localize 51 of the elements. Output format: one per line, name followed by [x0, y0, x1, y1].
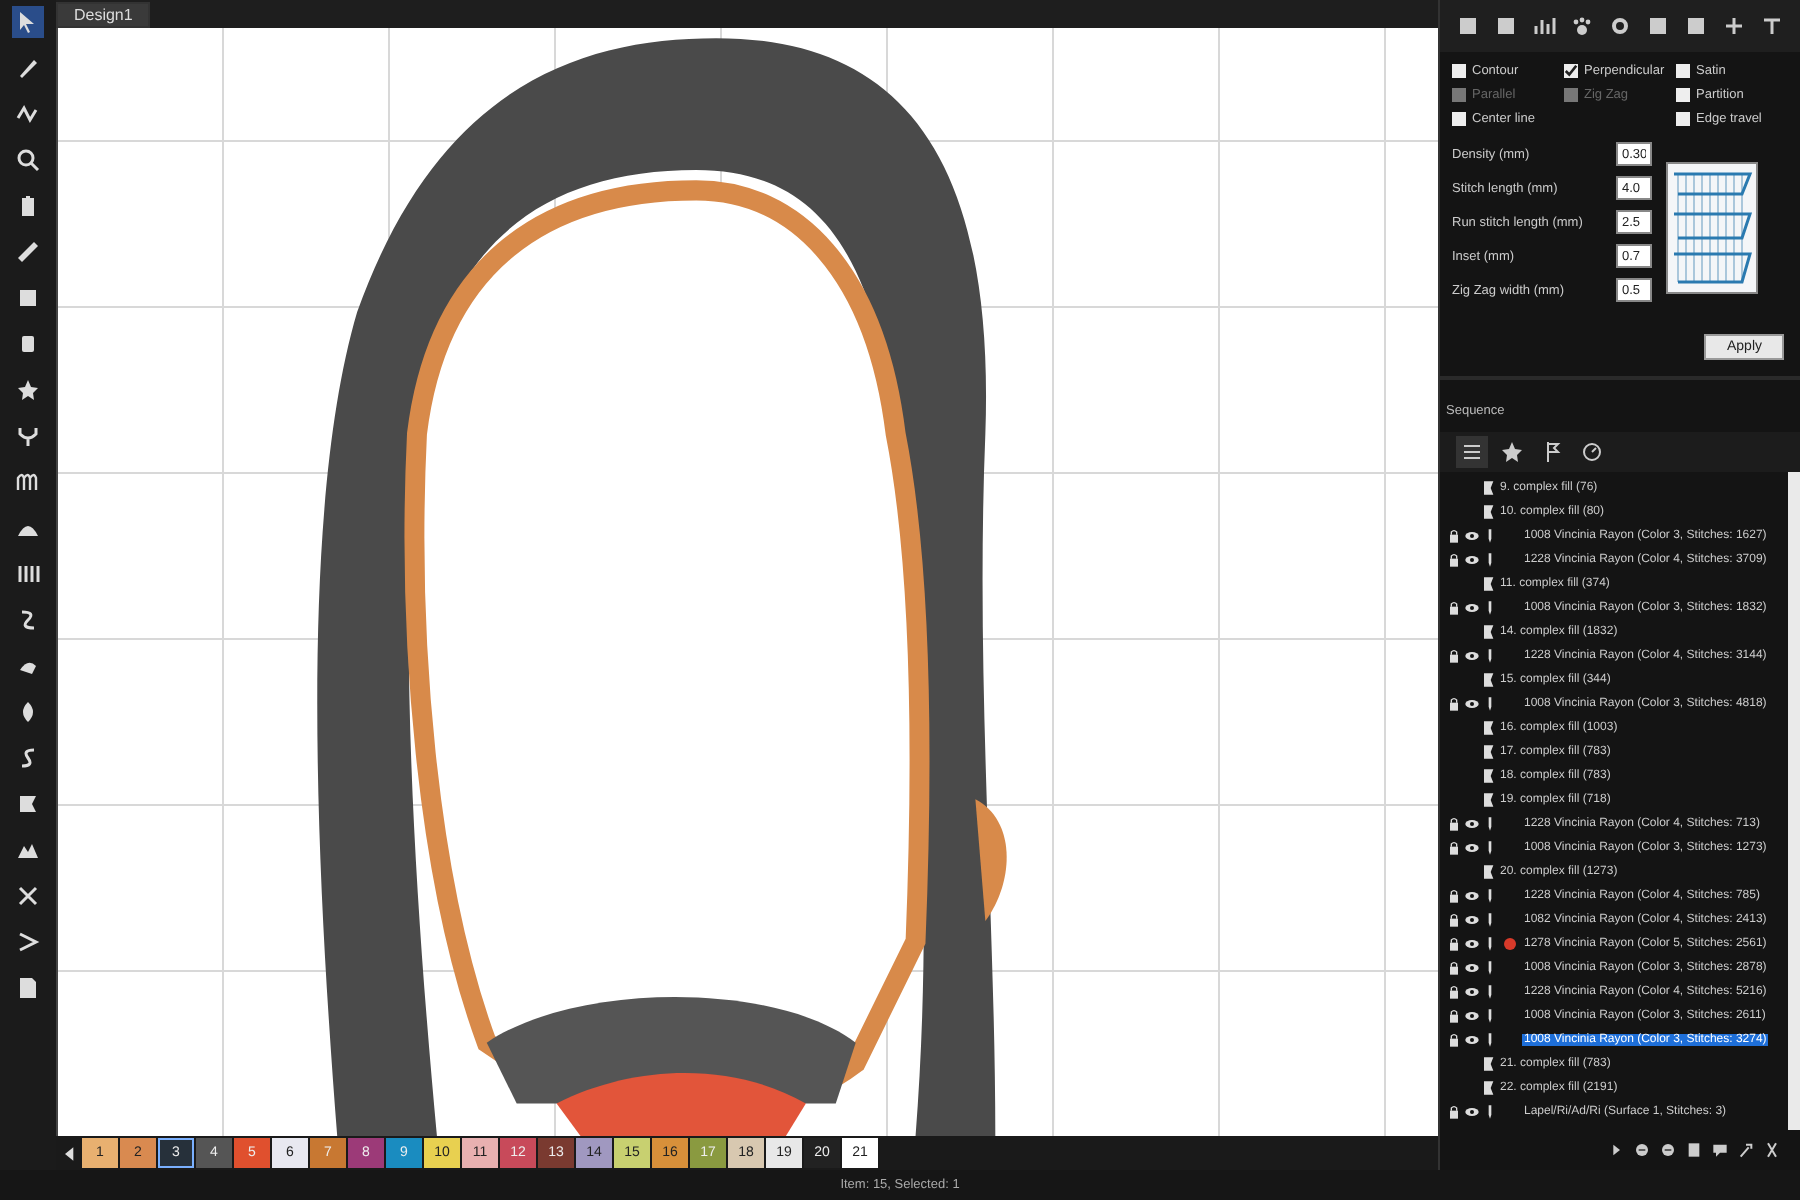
play-icon[interactable] [1608, 1142, 1624, 1158]
lock-icon[interactable] [1446, 984, 1462, 1000]
eye-icon[interactable] [1464, 816, 1480, 832]
checkbox[interactable] [1564, 64, 1578, 78]
eye-icon[interactable] [1464, 528, 1480, 544]
minus-circle-icon[interactable] [1634, 1142, 1650, 1158]
eye-icon[interactable] [1464, 552, 1480, 568]
eye-icon[interactable] [1464, 648, 1480, 664]
lock-icon[interactable] [1446, 648, 1462, 664]
select-icon[interactable] [11, 6, 44, 38]
fill-object-icon[interactable] [1480, 576, 1496, 592]
eye-icon[interactable] [1464, 600, 1480, 616]
eye-icon[interactable] [1464, 1104, 1480, 1120]
lock-icon[interactable] [1446, 1104, 1462, 1120]
fill-preview-drawing [1664, 162, 1760, 294]
lock-icon[interactable] [1446, 696, 1462, 712]
eye-icon[interactable] [1464, 840, 1480, 856]
fill-object-icon[interactable] [1480, 624, 1496, 640]
lock-icon[interactable] [1446, 936, 1462, 952]
eye-icon[interactable] [1464, 936, 1480, 952]
lock-icon[interactable] [1446, 552, 1462, 568]
checkbox[interactable] [1676, 64, 1690, 78]
scrollbar[interactable] [1788, 472, 1800, 1130]
lock-icon[interactable] [1446, 1008, 1462, 1024]
fill-object-icon[interactable] [1480, 672, 1496, 688]
eye-icon[interactable] [1464, 912, 1480, 928]
cut-icon[interactable] [1764, 1142, 1780, 1158]
eye-icon[interactable] [1464, 960, 1480, 976]
document-icon[interactable] [1686, 1142, 1702, 1158]
comment-icon[interactable] [1712, 1142, 1728, 1158]
eye-icon[interactable] [1464, 984, 1480, 1000]
lock-icon[interactable] [1446, 528, 1462, 544]
list-icon[interactable] [1456, 436, 1488, 468]
lock-icon[interactable] [1446, 816, 1462, 832]
fill-object-icon[interactable] [1480, 864, 1496, 880]
checkbox[interactable] [1452, 64, 1466, 78]
eye-icon[interactable] [1464, 888, 1480, 904]
eye-icon[interactable] [1464, 1032, 1480, 1048]
lock-icon[interactable] [1446, 1032, 1462, 1048]
lock-icon[interactable] [1446, 600, 1462, 616]
lock-icon[interactable] [1446, 888, 1462, 904]
checkbox[interactable] [1676, 88, 1690, 102]
eye-icon[interactable] [1464, 1008, 1480, 1024]
minus-circle-icon[interactable] [1660, 1142, 1676, 1158]
checkbox[interactable] [1676, 112, 1690, 126]
lock-icon[interactable] [1446, 912, 1462, 928]
checkbox[interactable] [1452, 112, 1466, 126]
lock-icon[interactable] [1446, 960, 1462, 976]
eye-icon[interactable] [1464, 696, 1480, 712]
document-tab[interactable]: Design1 [55, 2, 151, 28]
lock-icon[interactable] [1446, 840, 1462, 856]
